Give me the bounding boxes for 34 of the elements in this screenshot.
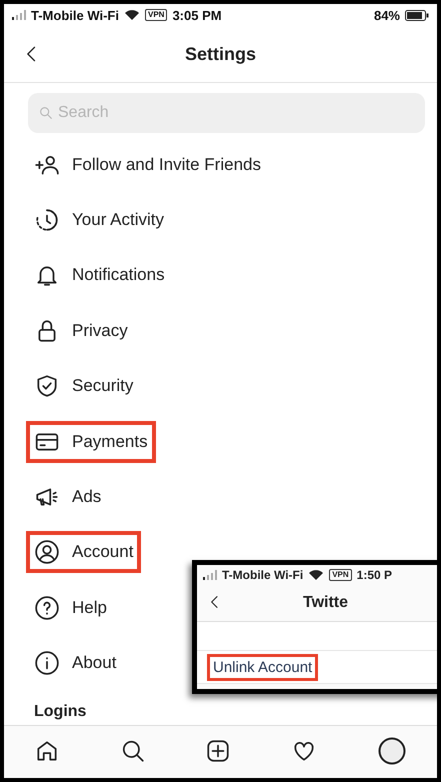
battery-percent: 84% [374, 8, 400, 22]
menu-item[interactable]: Notifications [26, 254, 173, 296]
menu-item[interactable]: About [26, 642, 124, 684]
menu-item[interactable]: Payments [26, 420, 156, 463]
signal-icon [12, 10, 26, 20]
menu-item[interactable]: Ads [26, 476, 110, 518]
carrier-name: T-Mobile Wi-Fi [31, 8, 119, 22]
battery-icon [405, 10, 429, 20]
unlink-button[interactable]: Unlink Account [207, 654, 318, 680]
clock-icon [34, 207, 60, 234]
person-circle-icon [34, 539, 60, 566]
status-time: 3:05 PM [172, 8, 222, 22]
section-title: Logins [33, 702, 88, 721]
menu-item[interactable]: Follow and Invite Friends [26, 144, 269, 186]
page-title: Settings [184, 44, 256, 64]
info-circle-icon [34, 650, 60, 676]
search-icon [38, 105, 54, 121]
menu-item[interactable]: Security [26, 365, 142, 408]
page-title: Twitte [303, 594, 348, 612]
question-circle-icon [34, 594, 60, 621]
status-time: 1:50 P [356, 568, 392, 582]
vpn-badge: VPN [144, 9, 168, 21]
plus-square-drawing [205, 738, 232, 764]
menu-item[interactable]: Help [26, 586, 115, 629]
signal-icon [203, 570, 217, 580]
avatar-circle-drawing [377, 736, 408, 766]
vpn-badge: VPN [329, 569, 352, 581]
menu-item[interactable]: Account [26, 531, 142, 574]
wifi-icon [124, 9, 140, 21]
carrier-name: T-Mobile Wi-Fi [222, 568, 304, 582]
search-field[interactable]: Search [28, 93, 425, 133]
menu-item[interactable]: Privacy [26, 310, 136, 352]
wifi-icon [308, 569, 324, 581]
menu-item[interactable]: Your Activity [26, 199, 172, 242]
